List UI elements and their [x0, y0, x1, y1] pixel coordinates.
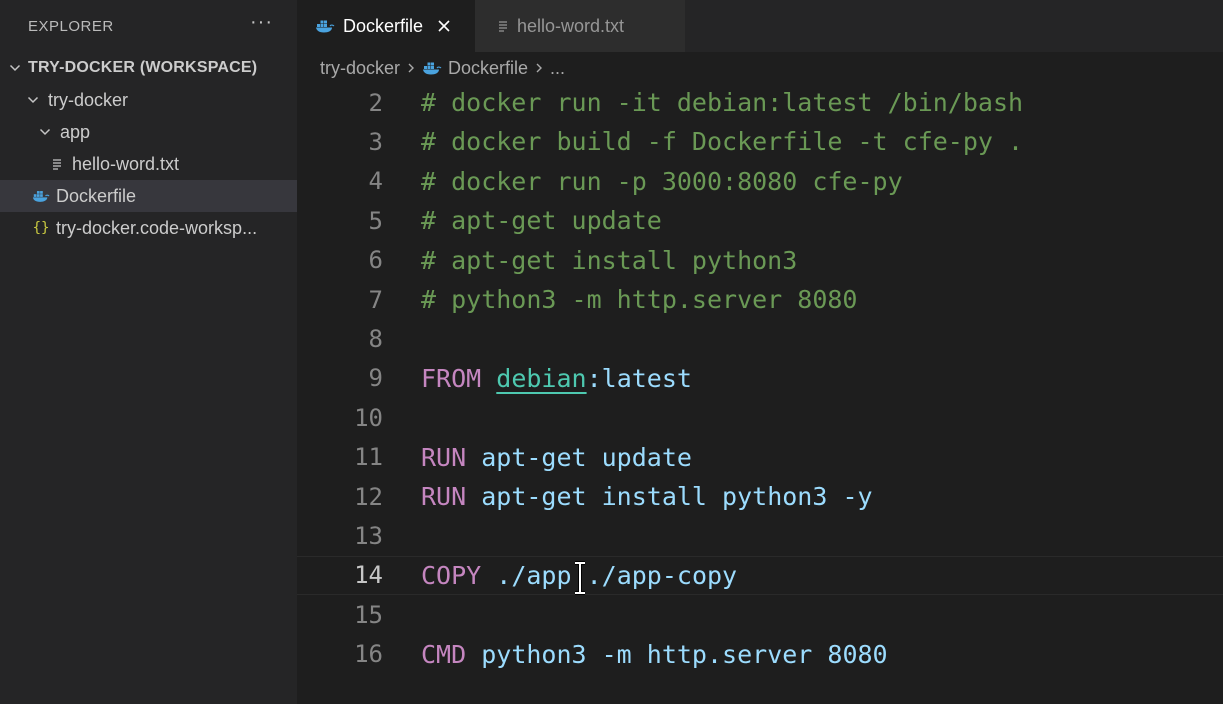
folder-app[interactable]: app	[0, 116, 297, 148]
line-number: 7	[368, 285, 383, 314]
explorer-header: EXPLORER ···	[0, 0, 297, 52]
code-line[interactable]: 15	[297, 595, 1223, 634]
code-line[interactable]: 9 FROM debian:latest	[297, 359, 1223, 398]
code-text: # docker build -f Dockerfile -t cfe-py .	[421, 127, 1023, 156]
folder-label: app	[60, 121, 91, 142]
line-number: 2	[368, 88, 383, 117]
code-line[interactable]: 16 CMD python3 -m http.server 8080	[297, 635, 1223, 674]
code-line[interactable]: 6 # apt-get install python3	[297, 241, 1223, 280]
file-label: try-docker.code-worksp...	[56, 217, 258, 238]
code-text: CMD python3 -m http.server 8080	[421, 640, 888, 669]
code-text: RUN apt-get install python3 -y	[421, 482, 873, 511]
line-number: 10	[354, 403, 383, 432]
code-text: # apt-get update	[421, 206, 662, 235]
code-line[interactable]: 2 # docker run -it debian:latest /bin/bas…	[297, 83, 1223, 122]
code-comment: # apt-get update	[421, 206, 662, 236]
code-line[interactable]: 12 RUN apt-get install python3 -y	[297, 477, 1223, 516]
code-text: RUN apt-get update	[421, 443, 692, 472]
code-comment: # apt-get install python3	[421, 245, 798, 275]
code-line[interactable]: 14 COPY ./app ./app-copy	[297, 555, 1223, 595]
file-label: hello-word.txt	[72, 153, 180, 174]
chevron-down-icon	[36, 126, 54, 138]
line-number: 16	[354, 640, 383, 669]
line-number: 12	[354, 482, 383, 511]
code-image-name[interactable]: debian	[496, 364, 586, 393]
line-number: 6	[368, 246, 383, 275]
code-comment: # docker run -it debian:latest /bin/bash	[421, 88, 1024, 117]
code-line[interactable]: 4 # docker run -p 3000:8080 cfe-py	[297, 162, 1223, 201]
code-line[interactable]: 10	[297, 398, 1223, 437]
code-line[interactable]: 5 # apt-get update	[297, 201, 1223, 240]
code-editor[interactable]: 2 # docker run -it debian:latest /bin/bas…	[297, 84, 1223, 704]
code-line[interactable]: 3 # docker build -f Dockerfile -t cfe-py …	[297, 122, 1223, 161]
code-comment: # python3 -m http.server 8080	[421, 285, 858, 314]
code-arguments: apt-get update	[481, 442, 692, 472]
workspace-root[interactable]: TRY-DOCKER (WORKSPACE)	[0, 52, 297, 84]
code-keyword: FROM	[421, 363, 482, 393]
file-workspace[interactable]: {} try-docker.code-worksp...	[0, 212, 297, 244]
code-line[interactable]: 8	[297, 319, 1223, 358]
text-cursor-icon	[575, 561, 585, 595]
explorer-title: EXPLORER	[28, 17, 114, 35]
line-number: 8	[368, 324, 383, 353]
text-file-icon	[497, 20, 509, 32]
folder-label: try-docker	[48, 89, 129, 110]
code-comment: # docker build -f Dockerfile -t cfe-py .	[421, 127, 1024, 157]
code-arguments: ./app ./app-copy	[496, 560, 738, 590]
line-number: 3	[368, 127, 383, 156]
file-hello-word[interactable]: hello-word.txt	[0, 148, 297, 180]
code-keyword: RUN	[421, 482, 467, 511]
breadcrumb-file[interactable]: Dockerfile	[448, 58, 528, 79]
chevron-right-icon	[534, 62, 544, 74]
docker-icon	[32, 189, 50, 203]
text-file-icon	[48, 158, 66, 170]
json-braces-icon: {}	[32, 220, 50, 236]
tab-hello-word[interactable]: hello-word.txt	[475, 0, 685, 52]
chevron-right-icon	[406, 62, 416, 74]
code-arguments: :latest	[586, 363, 692, 393]
breadcrumb-folder[interactable]: try-docker	[320, 58, 400, 79]
line-number: 14	[354, 561, 383, 590]
code-line[interactable]: 13	[297, 516, 1223, 555]
file-tree: TRY-DOCKER (WORKSPACE) try-docker app he…	[0, 52, 297, 244]
docker-icon	[315, 19, 335, 33]
code-keyword: RUN	[421, 442, 467, 472]
code-line[interactable]: 11 RUN apt-get update	[297, 438, 1223, 477]
code-comment: # docker run -p 3000:8080 cfe-py	[421, 166, 903, 196]
breadcrumb: try-docker Dockerfile ...	[297, 52, 1223, 84]
breadcrumb-more[interactable]: ...	[550, 58, 565, 79]
code-keyword: COPY	[421, 560, 482, 590]
code-keyword: CMD	[421, 639, 467, 669]
file-dockerfile[interactable]: Dockerfile	[0, 180, 297, 212]
tab-label: hello-word.txt	[517, 15, 625, 36]
code-text: # python3 -m http.server 8080	[421, 285, 858, 314]
code-line[interactable]: 7 # python3 -m http.server 8080	[297, 280, 1223, 319]
file-label: Dockerfile	[56, 185, 137, 206]
code-text: FROM debian:latest	[421, 364, 692, 393]
line-number: 5	[368, 206, 383, 235]
docker-icon	[422, 61, 442, 75]
code-text: # docker run -p 3000:8080 cfe-py	[421, 167, 903, 196]
code-arguments: apt-get install python3 -y	[481, 482, 873, 511]
more-actions-icon[interactable]: ···	[250, 11, 273, 34]
explorer-sidebar: EXPLORER ··· TRY-DOCKER (WORKSPACE) try-…	[0, 0, 297, 704]
code-arguments: python3 -m http.server 8080	[481, 639, 888, 669]
close-icon[interactable]	[437, 19, 451, 33]
line-number: 9	[368, 364, 383, 393]
workspace-label: TRY-DOCKER (WORKSPACE)	[28, 59, 258, 76]
line-number: 13	[354, 521, 383, 550]
tab-dockerfile[interactable]: Dockerfile	[297, 0, 475, 52]
tab-label: Dockerfile	[343, 15, 424, 36]
chevron-down-icon	[24, 94, 42, 106]
chevron-down-icon	[6, 62, 24, 74]
folder-try-docker[interactable]: try-docker	[0, 84, 297, 116]
line-number: 11	[354, 443, 383, 472]
line-number: 4	[368, 167, 383, 196]
line-number: 15	[354, 600, 383, 629]
tab-bar: Dockerfile hello-word.txt	[297, 0, 1223, 52]
code-text: # apt-get install python3	[421, 246, 797, 275]
code-text: # docker run -it debian:latest /bin/bash	[421, 88, 1023, 117]
